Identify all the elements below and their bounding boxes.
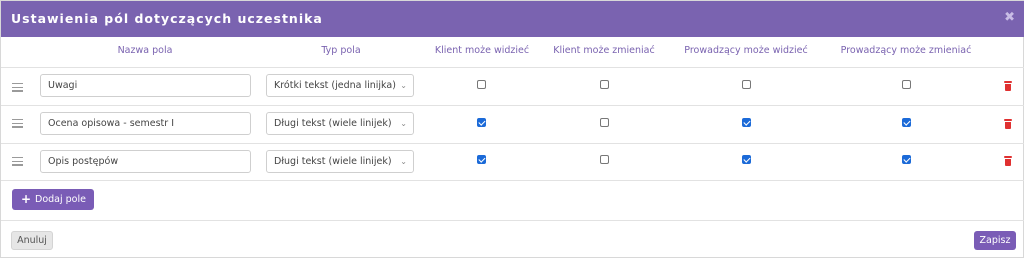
column-header-name: Nazwa pola [117, 45, 173, 56]
field-name-input[interactable]: Ocena opisowa - semestr I [40, 112, 251, 135]
trash-icon[interactable] [1004, 81, 1012, 91]
drag-handle-icon[interactable] [12, 157, 23, 168]
footer-divider [1, 220, 1024, 221]
cancel-button[interactable]: Anuluj [11, 231, 53, 250]
trash-icon[interactable] [1004, 119, 1012, 129]
field-type-value: Długi tekst (wiele linijek) [274, 156, 392, 167]
client-edit-checkbox[interactable] [600, 80, 609, 89]
save-button[interactable]: Zapisz [974, 231, 1016, 250]
client-edit-checkbox[interactable] [600, 155, 609, 164]
column-header-client-edit: Klient może zmieniać [553, 45, 655, 56]
client-view-checkbox[interactable] [477, 155, 486, 164]
column-header-type: Typ pola [321, 45, 361, 56]
chevron-down-icon: ⌄ [400, 157, 407, 166]
dialog-header: Ustawienia pól dotyczących uczestnika ✖ [1, 1, 1024, 37]
dialog-title: Ustawienia pól dotyczących uczestnika [11, 11, 323, 26]
participant-fields-dialog: Ustawienia pól dotyczących uczestnika ✖ … [0, 0, 1024, 258]
client-edit-checkbox[interactable] [600, 118, 609, 127]
host-view-checkbox[interactable] [742, 155, 751, 164]
add-field-button[interactable]: + Dodaj pole [12, 189, 94, 210]
column-header-host-edit: Prowadzący może zmieniać [840, 45, 972, 56]
field-type-value: Krótki tekst (jedna linijka) [274, 80, 396, 91]
client-view-checkbox[interactable] [477, 118, 486, 127]
host-edit-checkbox[interactable] [902, 118, 911, 127]
column-header-host-view: Prowadzący może widzieć [684, 45, 808, 56]
host-edit-checkbox[interactable] [902, 80, 911, 89]
drag-handle-icon[interactable] [12, 83, 23, 94]
client-view-checkbox[interactable] [477, 80, 486, 89]
host-edit-checkbox[interactable] [902, 155, 911, 164]
field-name-input[interactable]: Opis postępów [40, 150, 251, 173]
trash-icon[interactable] [1004, 156, 1012, 166]
field-type-select[interactable]: Długi tekst (wiele linijek) ⌄ [266, 150, 414, 173]
host-view-checkbox[interactable] [742, 118, 751, 127]
plus-icon: + [21, 192, 32, 206]
field-type-select[interactable]: Krótki tekst (jedna linijka) ⌄ [266, 74, 414, 97]
field-type-select[interactable]: Długi tekst (wiele linijek) ⌄ [266, 112, 414, 135]
field-name-input[interactable]: Uwagi [40, 74, 251, 97]
field-type-value: Długi tekst (wiele linijek) [274, 118, 392, 129]
column-header-client-view: Klient może widzieć [434, 45, 530, 56]
chevron-down-icon: ⌄ [400, 81, 407, 90]
add-field-label: Dodaj pole [35, 194, 86, 205]
chevron-down-icon: ⌄ [400, 119, 407, 128]
drag-handle-icon[interactable] [12, 119, 23, 130]
close-icon[interactable]: ✖ [1004, 10, 1015, 25]
host-view-checkbox[interactable] [742, 80, 751, 89]
